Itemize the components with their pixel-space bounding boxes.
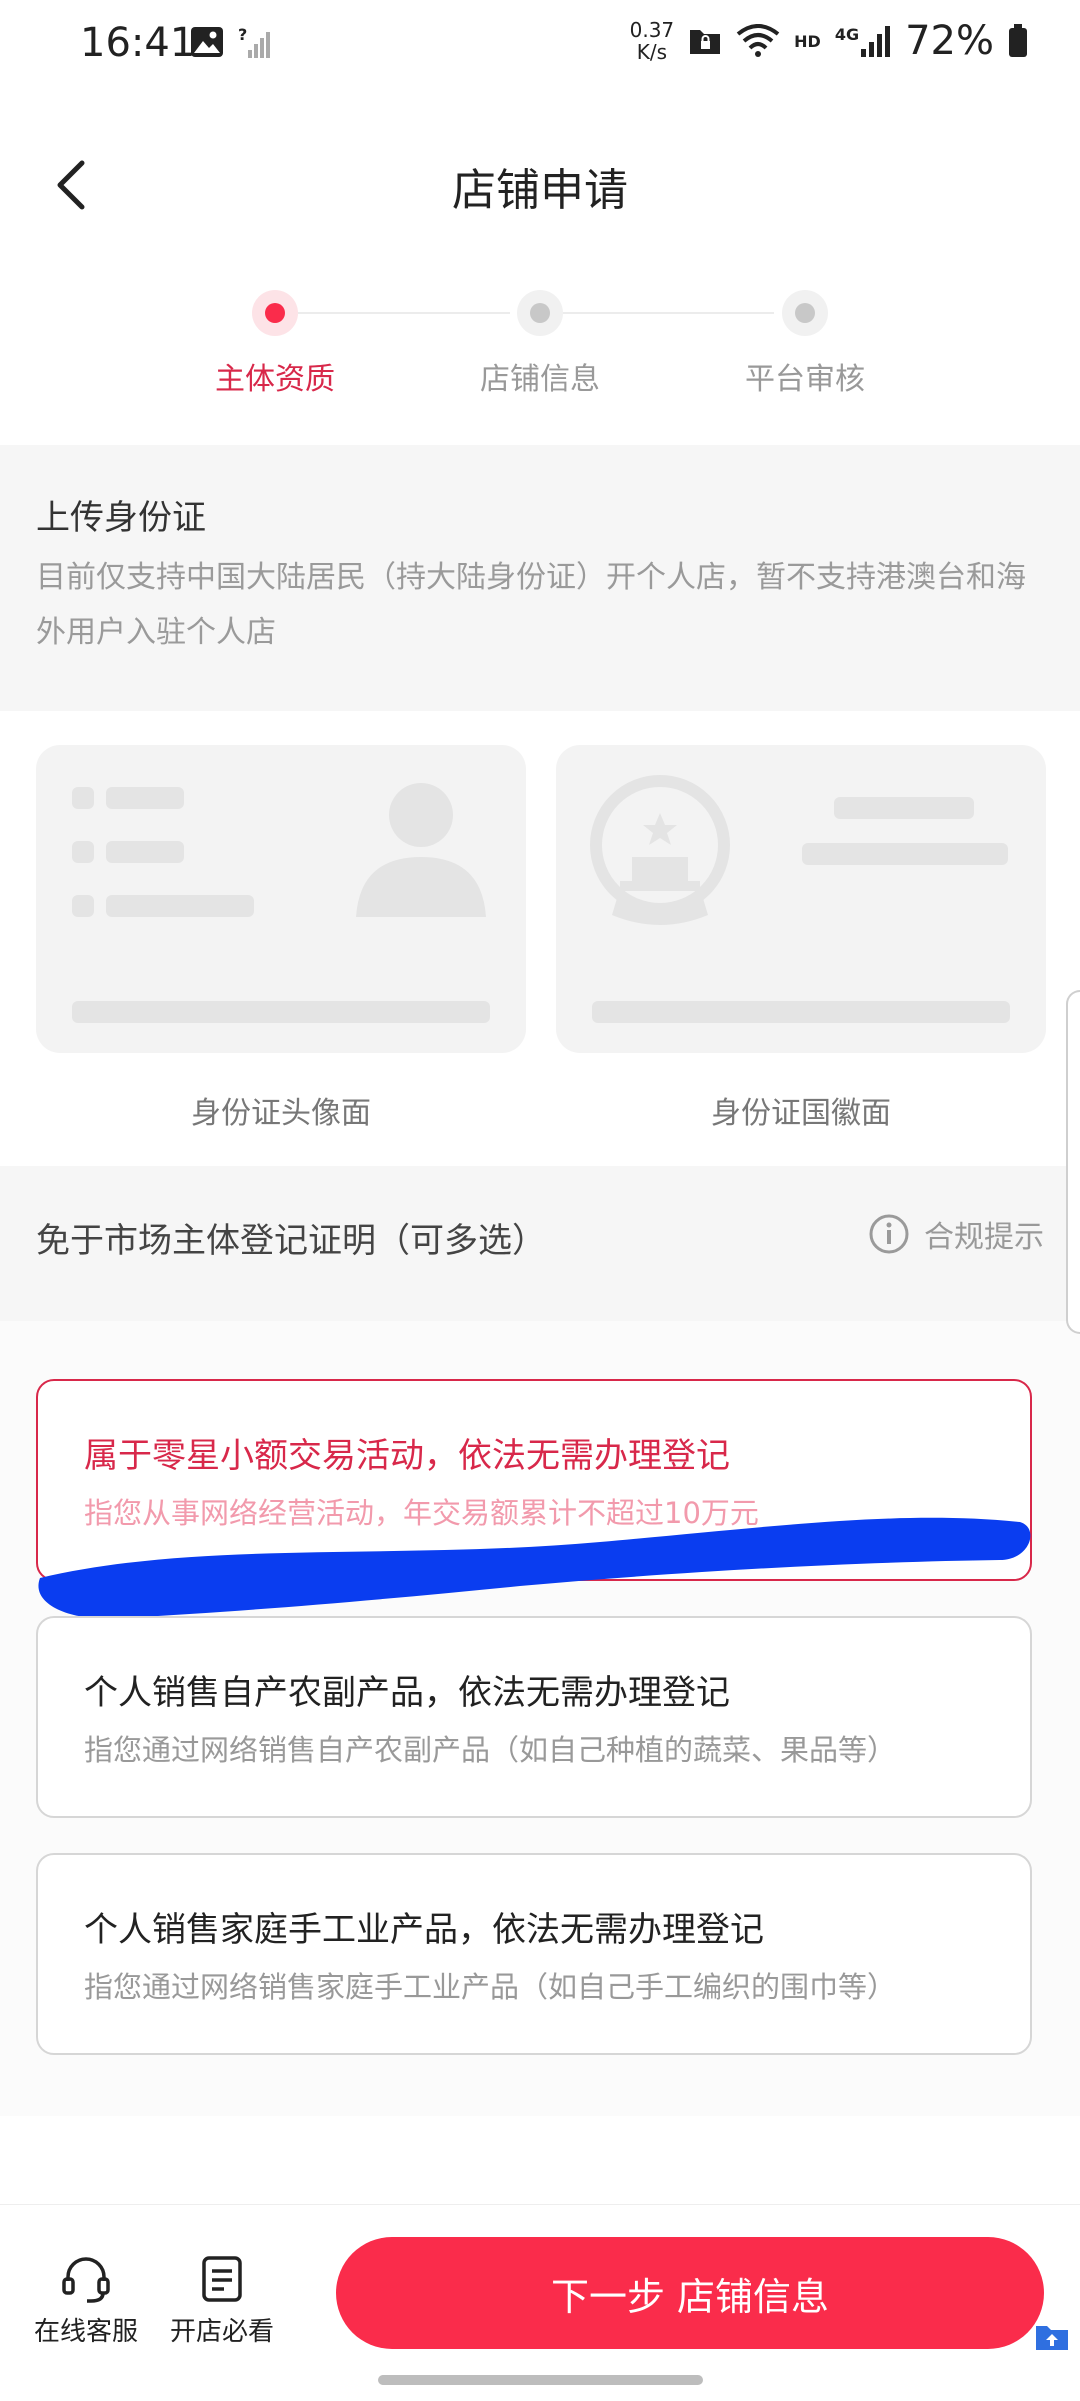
upload-description: 目前仅支持中国大陆居民（持大陆身份证）开个人店，暂不支持港澳台和海外用户入驻个人… (36, 560, 1026, 650)
network-speed: 0.37 K/s (629, 18, 675, 64)
info-icon (869, 1214, 909, 1254)
document-icon (202, 2256, 242, 2302)
id-back-label: 身份证国徽面 (711, 1096, 891, 1131)
step-connector (298, 312, 510, 314)
next-step-button[interactable]: 下一步 店铺信息 (336, 2237, 1044, 2349)
step-indicator (782, 290, 828, 336)
page-title: 店铺申请 (452, 165, 628, 216)
exemption-title: 免于市场主体登记证明（可多选） (36, 1221, 546, 1261)
navigation-bar: 店铺申请 (0, 130, 1080, 230)
id-front-label: 身份证头像面 (191, 1096, 371, 1131)
option-description: 指您通过网络销售自产农副产品（如自己种植的蔬菜、果品等） (84, 1733, 897, 1767)
step-label-qualification: 主体资质 (215, 362, 335, 397)
online-service-button[interactable]: 在线客服 (34, 2255, 138, 2348)
store-guide-label: 开店必看 (170, 2317, 275, 2347)
step-indicator (517, 290, 563, 336)
id-front-upload[interactable] (36, 745, 526, 1053)
no-signal-icon: ? (238, 26, 270, 58)
battery-percent: 72% (905, 18, 994, 64)
online-service-label: 在线客服 (34, 2317, 139, 2347)
network-type: 4G (834, 25, 860, 44)
battery-icon (1009, 24, 1027, 57)
step-label-review: 平台审核 (745, 362, 865, 397)
side-panel-handle[interactable] (1066, 990, 1080, 1334)
status-time: 16:41 (80, 20, 196, 66)
id-back-upload[interactable] (556, 745, 1046, 1053)
gallery-icon (191, 27, 223, 57)
exemption-option-handicraft[interactable]: 个人销售家庭手工业产品，依法无需办理登记 指您通过网络销售家庭手工业产品（如自己… (36, 1853, 1032, 2055)
option-description: 指您通过网络销售家庭手工业产品（如自己手工编织的围巾等） (84, 1970, 897, 2004)
option-title: 个人销售家庭手工业产品，依法无需办理登记 (84, 1910, 764, 1950)
step-indicator-active (252, 290, 298, 336)
folder-upload-icon (1036, 2326, 1068, 2350)
compliance-tip[interactable]: 合规提示 (868, 1212, 1044, 1256)
cell-signal-icon (861, 26, 891, 57)
portrait-icon (356, 783, 486, 917)
folder-lock-icon (690, 30, 721, 54)
step-connector (562, 312, 774, 314)
hd-label: HD (794, 31, 821, 51)
step-label-store-info: 店铺信息 (480, 362, 600, 397)
bottom-action-bar: 在线客服 开店必看 下一步 店铺信息 (0, 2204, 1080, 2401)
svg-text:?: ? (238, 26, 247, 44)
wifi-icon (736, 24, 780, 57)
home-indicator[interactable] (378, 2375, 703, 2385)
status-bar: 16:41 ? 0.37 K/s HD 4G 72% (0, 0, 1080, 95)
upload-title: 上传身份证 (36, 498, 206, 538)
compliance-label: 合规提示 (924, 1220, 1044, 1255)
option-title: 个人销售自产农副产品，依法无需办理登记 (84, 1673, 730, 1713)
headset-icon (62, 2257, 110, 2303)
progress-steps: 主体资质 店铺信息 平台审核 (0, 290, 1080, 410)
exemption-option-agricultural[interactable]: 个人销售自产农副产品，依法无需办理登记 指您通过网络销售自产农副产品（如自己种植… (36, 1616, 1032, 1818)
store-guide-button[interactable]: 开店必看 (170, 2255, 274, 2348)
option-title: 属于零星小额交易活动，依法无需办理登记 (84, 1436, 730, 1476)
national-emblem-icon (590, 775, 730, 925)
